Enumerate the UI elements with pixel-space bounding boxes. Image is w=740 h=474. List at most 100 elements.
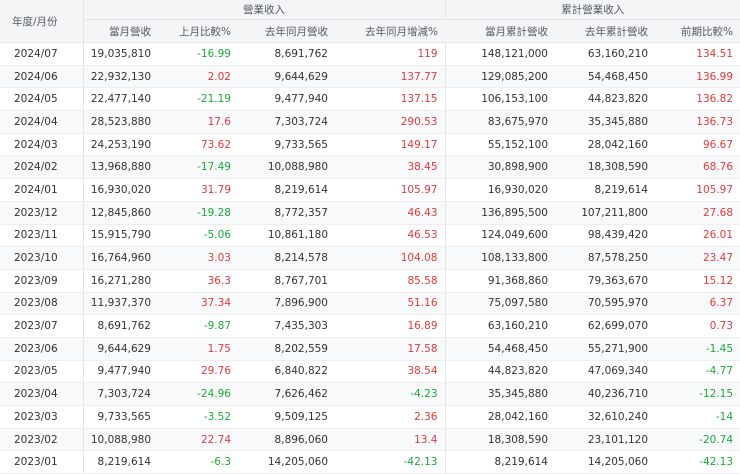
last-year-monthly-cell: 9,477,940 bbox=[238, 87, 335, 112]
last-year-monthly-cell: 7,435,303 bbox=[238, 314, 335, 338]
yoy-change-cell: 85.58 bbox=[335, 269, 445, 293]
yoy-change-cell: 137.77 bbox=[335, 65, 445, 89]
cumulative-change-cell: 23.47 bbox=[655, 246, 740, 270]
last-year-cumulative-cell: 70,595,970 bbox=[555, 292, 655, 316]
monthly-revenue-cell: 9,733,565 bbox=[83, 405, 158, 429]
table-row: 2023/06 9,644,629 1.75 8,202,559 17.58 54,468… bbox=[0, 337, 740, 361]
period-cell: 2023/04 bbox=[0, 382, 84, 406]
cumulative-change-cell: 134.51 bbox=[655, 42, 740, 66]
mom-change-cell: -9.87 bbox=[158, 314, 238, 338]
cumulative-change-cell: 6.37 bbox=[655, 292, 740, 316]
last-year-monthly-cell: 6,840,822 bbox=[238, 360, 335, 384]
monthly-revenue-cell: 7,303,724 bbox=[83, 382, 158, 406]
mom-change-cell: -6.3 bbox=[158, 450, 238, 474]
table-row: 2023/08 11,937,370 37.34 7,896,900 51.16 75,0… bbox=[0, 292, 740, 316]
last-year-monthly-cell: 10,861,180 bbox=[238, 224, 335, 248]
mom-change-cell: 3.03 bbox=[158, 246, 238, 270]
last-year-monthly-cell: 8,767,701 bbox=[238, 269, 335, 293]
table-row: 2023/02 10,088,980 22.74 8,896,060 13.4 18,30… bbox=[0, 428, 740, 452]
yoy-change-cell: 137.15 bbox=[335, 87, 445, 112]
last-year-cumulative-cell: 35,345,880 bbox=[555, 110, 655, 134]
mom-change-header[interactable]: 上月比較% bbox=[158, 19, 238, 43]
cumulative-change-cell: 136.99 bbox=[655, 65, 740, 89]
table-row: 2024/07 19,035,810 -16.99 8,691,762 119 148,1… bbox=[0, 42, 740, 66]
mom-change-cell: -19.28 bbox=[158, 201, 238, 225]
table-row: 2023/11 15,915,790 -5.06 10,861,180 46.53 124… bbox=[0, 224, 740, 248]
table-row: 2023/07 8,691,762 -9.87 7,435,303 16.89 63,16… bbox=[0, 314, 740, 338]
yoy-change-cell: 16.89 bbox=[335, 314, 445, 338]
mom-change-cell: 29.76 bbox=[158, 360, 238, 384]
last-year-cumulative-cell: 47,069,340 bbox=[555, 360, 655, 384]
mom-change-cell: 31.79 bbox=[158, 178, 238, 202]
last-year-cumulative-cell: 28,042,160 bbox=[555, 133, 655, 157]
cumulative-revenue-header[interactable]: 當月累計營收 bbox=[445, 19, 555, 43]
cumulative-change-cell: 96.67 bbox=[655, 133, 740, 157]
last-year-monthly-cell: 9,733,565 bbox=[238, 133, 335, 157]
cumulative-change-header[interactable]: 前期比較% bbox=[655, 19, 740, 43]
monthly-revenue-group-header: 營業收入 bbox=[82, 0, 445, 20]
cumulative-change-cell: 68.76 bbox=[655, 155, 740, 180]
cumulative-revenue-cell: 35,345,880 bbox=[444, 382, 555, 406]
cumulative-change-cell: 0.73 bbox=[655, 314, 740, 338]
yoy-change-cell: 105.97 bbox=[335, 178, 445, 202]
last-year-monthly-cell: 8,202,559 bbox=[238, 337, 335, 361]
period-cell: 2024/01 bbox=[0, 178, 84, 202]
cumulative-revenue-cell: 108,133,800 bbox=[444, 246, 555, 270]
period-header[interactable]: 年度/月份 bbox=[0, 0, 84, 43]
period-cell: 2023/05 bbox=[0, 360, 84, 384]
monthly-revenue-cell: 22,932,130 bbox=[83, 65, 158, 89]
period-cell: 2024/07 bbox=[0, 42, 84, 66]
cumulative-revenue-cell: 54,468,450 bbox=[444, 337, 555, 361]
yoy-change-cell: 119 bbox=[335, 42, 445, 66]
monthly-revenue-cell: 12,845,860 bbox=[83, 201, 158, 225]
period-cell: 2024/05 bbox=[0, 87, 84, 112]
table-row: 2024/03 24,253,190 73.62 9,733,565 149.17 55,… bbox=[0, 133, 740, 157]
monthly-revenue-cell: 11,937,370 bbox=[83, 292, 158, 316]
yoy-change-cell: 38.45 bbox=[335, 155, 445, 180]
cumulative-change-cell: 136.73 bbox=[655, 110, 740, 134]
cumulative-change-cell: 27.68 bbox=[655, 201, 740, 225]
table-row: 2023/05 9,477,940 29.76 6,840,822 38.54 44,82… bbox=[0, 360, 740, 384]
cumulative-revenue-cell: 136,895,500 bbox=[444, 201, 555, 225]
period-cell: 2023/08 bbox=[0, 292, 84, 316]
yoy-change-cell: 149.17 bbox=[335, 133, 445, 157]
yoy-change-header[interactable]: 去年同月增減% bbox=[335, 19, 445, 43]
cumulative-change-cell: -42.13 bbox=[655, 450, 740, 474]
yoy-change-cell: 46.43 bbox=[335, 201, 445, 225]
period-cell: 2023/03 bbox=[0, 405, 84, 429]
period-cell: 2023/09 bbox=[0, 269, 84, 293]
mom-change-cell: -17.49 bbox=[158, 155, 238, 180]
revenue-table: 年度/月份 營業收入 累計營業收入 當月營收 上月比較% 去年同月營收 去年同月… bbox=[0, 0, 740, 474]
cumulative-revenue-group-header: 累計營業收入 bbox=[444, 0, 740, 20]
last-year-cumulative-cell: 32,610,240 bbox=[555, 405, 655, 429]
last-year-monthly-header[interactable]: 去年同月營收 bbox=[238, 19, 335, 43]
last-year-cumulative-header[interactable]: 去年累計營收 bbox=[555, 19, 655, 43]
cumulative-revenue-cell: 106,153,100 bbox=[444, 87, 555, 112]
cumulative-change-cell: 136.82 bbox=[655, 87, 740, 112]
monthly-revenue-header[interactable]: 當月營收 bbox=[83, 19, 158, 43]
period-cell: 2023/12 bbox=[0, 201, 84, 225]
last-year-cumulative-cell: 23,101,120 bbox=[555, 428, 655, 452]
cumulative-revenue-cell: 129,085,200 bbox=[444, 65, 555, 89]
yoy-change-cell: 2.36 bbox=[335, 405, 445, 429]
monthly-revenue-cell: 19,035,810 bbox=[83, 42, 158, 66]
yoy-change-cell: 38.54 bbox=[335, 360, 445, 384]
table-row: 2024/05 22,477,140 -21.19 9,477,940 137.15 10… bbox=[0, 87, 740, 112]
last-year-monthly-cell: 7,896,900 bbox=[238, 292, 335, 316]
mom-change-cell: -24.96 bbox=[158, 382, 238, 406]
last-year-cumulative-cell: 62,699,070 bbox=[555, 314, 655, 338]
cumulative-revenue-cell: 28,042,160 bbox=[444, 405, 555, 429]
table-row: 2023/04 7,303,724 -24.96 7,626,462 -4.23 35,3… bbox=[0, 382, 740, 406]
cumulative-change-cell: -4.77 bbox=[655, 360, 740, 384]
mom-change-cell: 17.6 bbox=[158, 110, 238, 134]
last-year-cumulative-cell: 107,211,800 bbox=[555, 201, 655, 225]
monthly-revenue-cell: 15,915,790 bbox=[83, 224, 158, 248]
mom-change-cell: 36.3 bbox=[158, 269, 238, 293]
table-row: 2023/01 8,219,614 -6.3 14,205,060 -42.13 8,21… bbox=[0, 450, 740, 474]
yoy-change-cell: -4.23 bbox=[335, 382, 445, 406]
period-cell: 2023/11 bbox=[0, 224, 84, 248]
last-year-cumulative-cell: 14,205,060 bbox=[555, 450, 655, 474]
last-year-monthly-cell: 8,219,614 bbox=[238, 178, 335, 202]
monthly-revenue-cell: 24,253,190 bbox=[83, 133, 158, 157]
last-year-monthly-cell: 9,509,125 bbox=[238, 405, 335, 429]
